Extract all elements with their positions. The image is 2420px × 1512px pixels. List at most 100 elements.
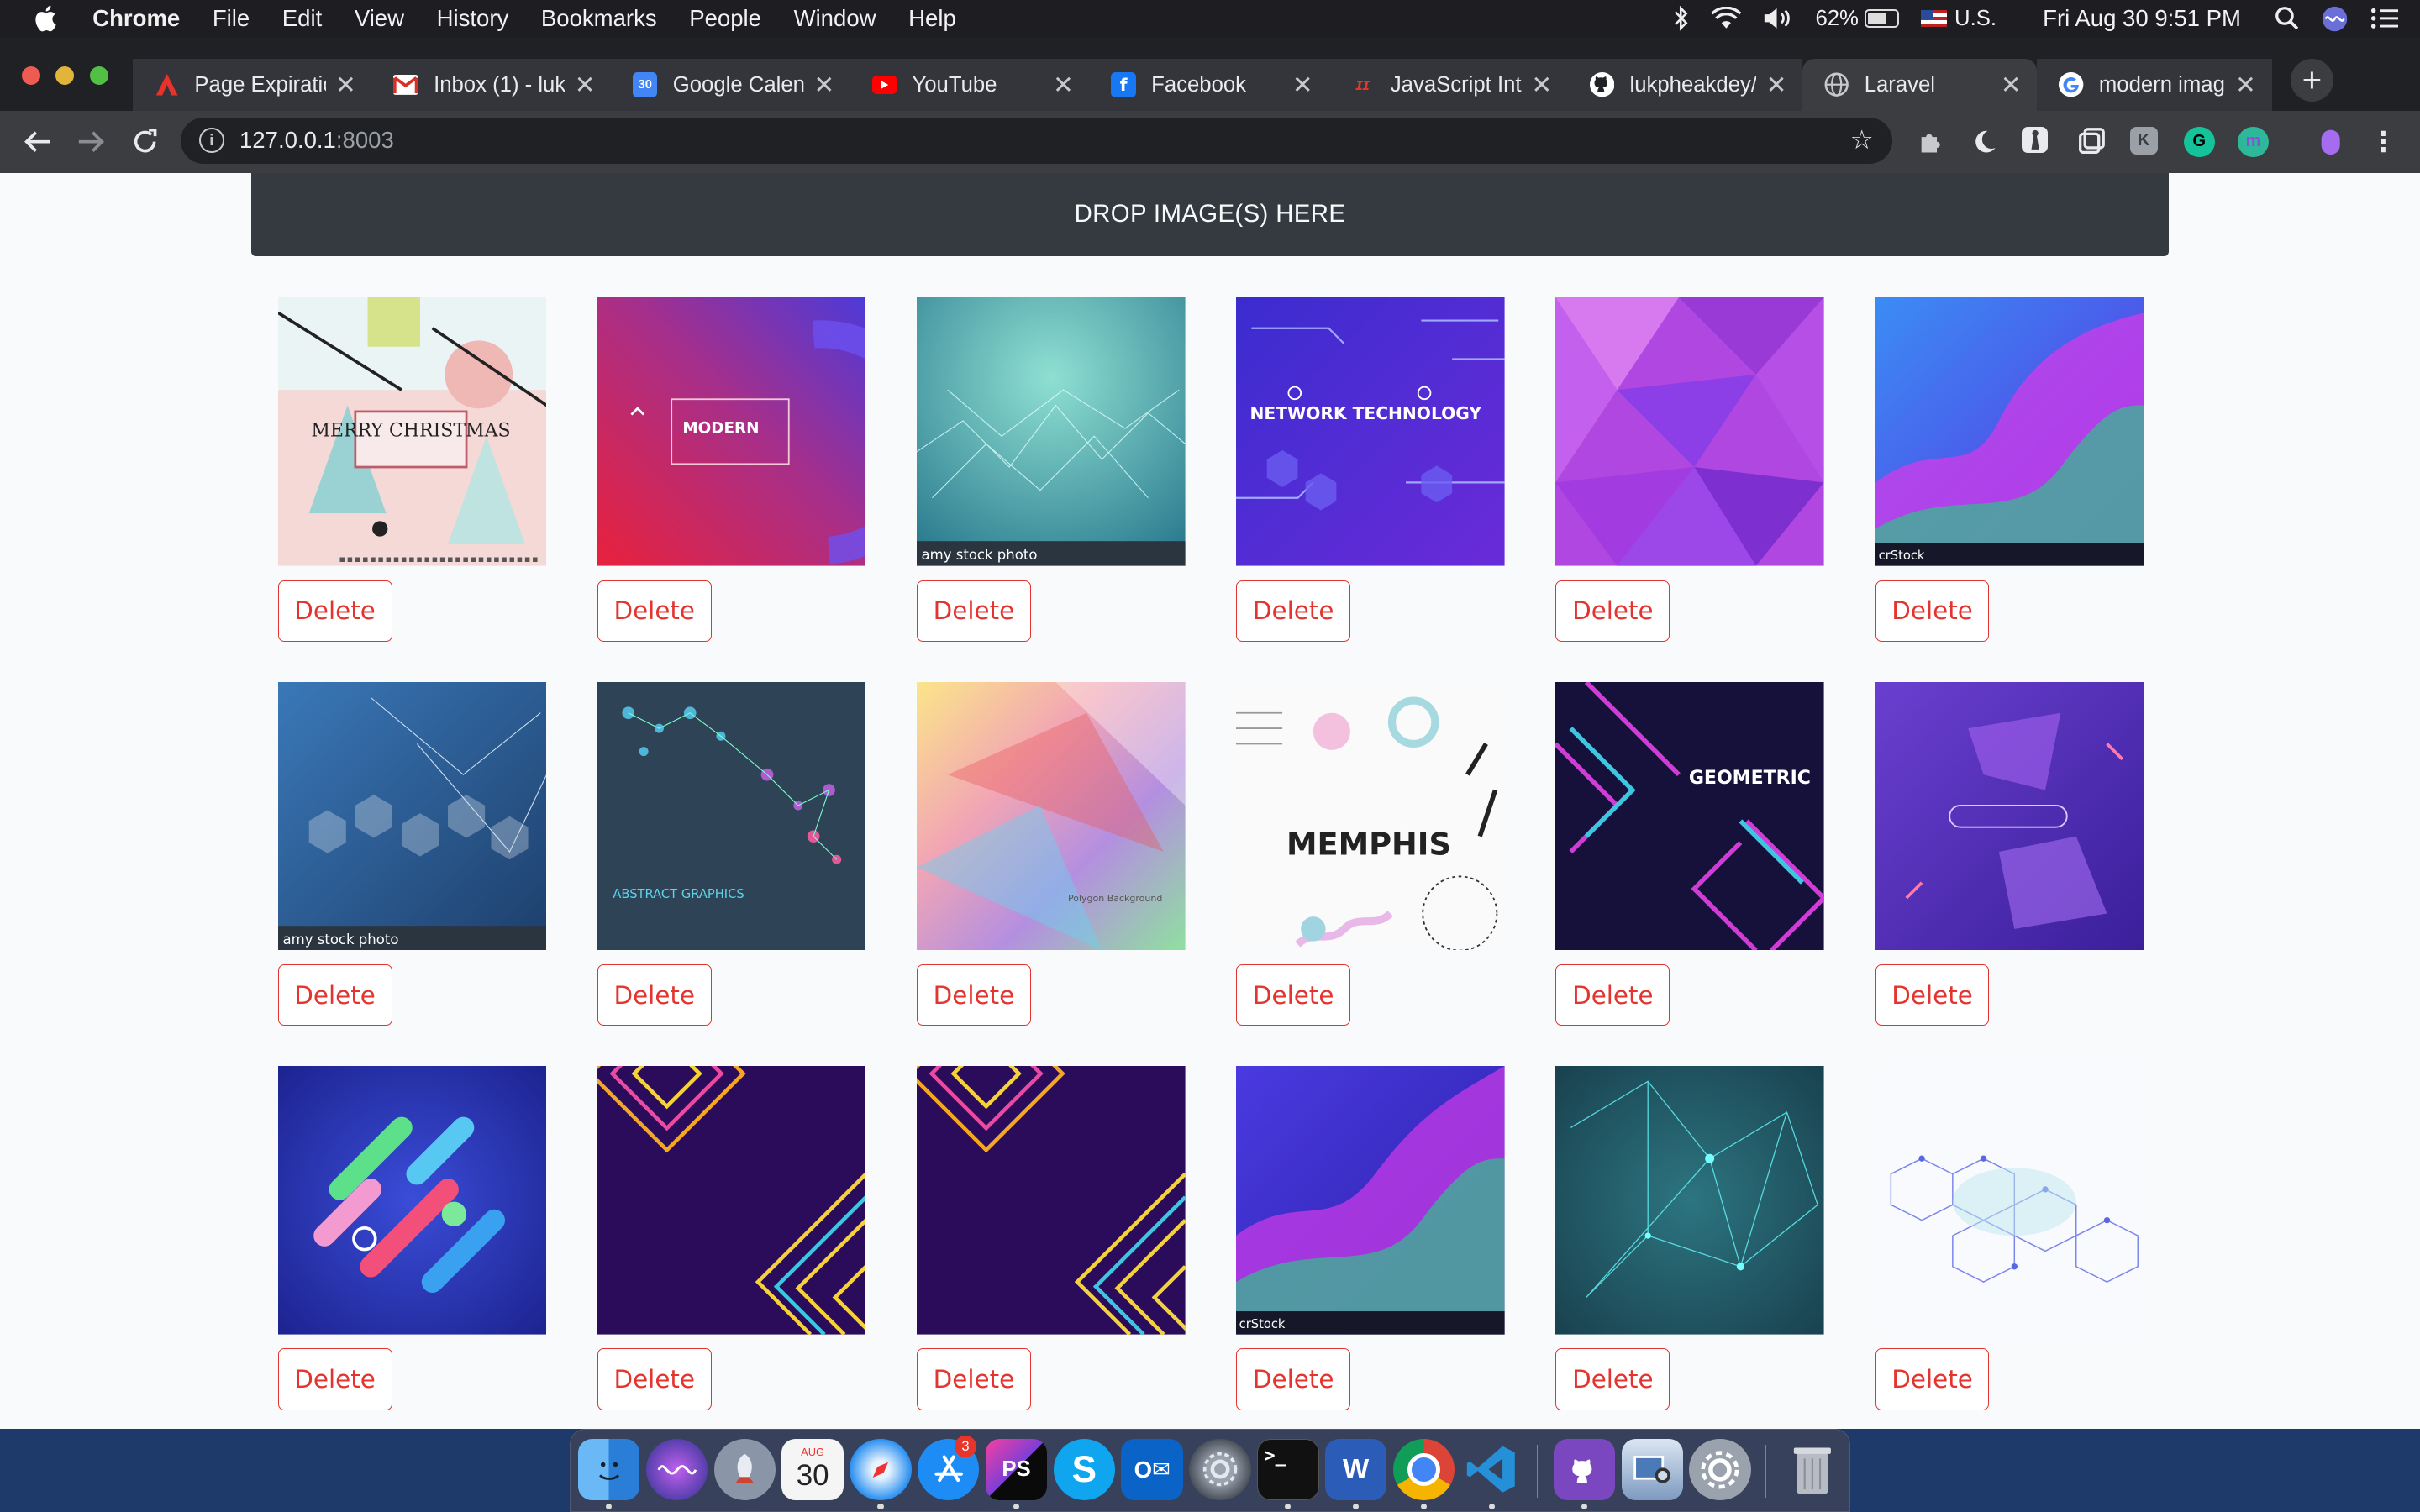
word-icon[interactable]: W (1324, 1438, 1387, 1501)
keepa-extension-icon[interactable]: K (2129, 126, 2158, 155)
delete-image-button[interactable]: Delete (597, 963, 712, 1026)
tab-youtube[interactable]: YouTube ✕ (850, 58, 1090, 112)
volume-icon[interactable] (1763, 7, 1794, 30)
menu-edit[interactable]: Edit (282, 5, 322, 32)
notification-center-icon[interactable] (2370, 8, 2399, 29)
delete-image-button[interactable]: Delete (1236, 580, 1351, 643)
profile-avatar-icon[interactable] (2315, 127, 2346, 158)
image-dropzone[interactable]: DROP IMAGE(S) HERE (251, 172, 2169, 256)
window-close-button[interactable] (21, 66, 40, 85)
chrome-icon[interactable] (1392, 1438, 1455, 1501)
outlook-icon[interactable]: O ✉ (1121, 1438, 1183, 1501)
delete-image-button[interactable]: Delete (277, 963, 392, 1026)
delete-image-button[interactable]: Delete (916, 963, 1031, 1026)
close-tab-icon[interactable]: ✕ (813, 71, 835, 100)
menu-file[interactable]: File (213, 5, 250, 32)
gallery-image-merry-christmas: MERRY CHRISTMAS (277, 297, 547, 567)
input-source[interactable]: U.S. (1920, 7, 1996, 31)
settings-icon[interactable] (1689, 1438, 1751, 1501)
menu-app-name[interactable]: Chrome (92, 5, 180, 32)
site-info-icon[interactable]: i (198, 128, 224, 153)
spotlight-search-icon[interactable] (2275, 6, 2299, 30)
trash-icon[interactable] (1782, 1439, 1844, 1500)
menu-history[interactable]: History (437, 5, 509, 32)
dock-separator (1765, 1445, 1767, 1498)
window-minimize-button[interactable] (55, 66, 75, 85)
delete-image-button[interactable]: Delete (1555, 1348, 1670, 1410)
delete-image-button[interactable]: Delete (916, 1348, 1031, 1410)
menu-people[interactable]: People (689, 5, 761, 32)
delete-image-button[interactable]: Delete (277, 1348, 392, 1410)
close-tab-icon[interactable]: ✕ (335, 71, 357, 100)
reload-icon[interactable] (127, 123, 164, 160)
safari-icon[interactable] (850, 1438, 912, 1501)
back-arrow-icon[interactable] (18, 123, 55, 160)
close-tab-icon[interactable]: ✕ (1292, 71, 1313, 100)
close-tab-icon[interactable]: ✕ (1053, 71, 1075, 100)
tab-page-expiration[interactable]: Page Expiratio ✕ (132, 58, 372, 112)
delete-image-button[interactable]: Delete (1875, 580, 1990, 643)
bookmark-star-icon[interactable]: ☆ (1850, 125, 1874, 155)
siri-menubar-icon[interactable] (2321, 5, 2349, 33)
lighthouse-extension-icon[interactable] (2022, 126, 2049, 153)
delete-image-button[interactable]: Delete (1236, 963, 1351, 1026)
tab-gmail-inbox[interactable]: Inbox (1) - luk ✕ (371, 58, 612, 112)
tab-laravel-active[interactable]: Laravel ✕ (1802, 58, 2038, 112)
bluetooth-icon[interactable] (1674, 6, 1689, 31)
tab-facebook[interactable]: f Facebook ✕ (1089, 58, 1329, 112)
menu-help[interactable]: Help (908, 5, 956, 32)
tab-google-calendar[interactable]: 30 Google Calen ✕ (611, 58, 851, 112)
finder-icon[interactable] (577, 1438, 640, 1501)
delete-image-button[interactable]: Delete (597, 580, 712, 643)
address-bar[interactable]: i 127.0.0.1:8003 ☆ (180, 117, 1892, 164)
screen-capture-extension-icon[interactable] (2075, 127, 2107, 158)
gallery-image-abstract-graphics: ABSTRACT GRAPHICS (597, 681, 866, 951)
tab-javascript-info[interactable]: ɪɪ JavaScript Int ✕ (1328, 58, 1569, 112)
apple-menu-icon[interactable] (34, 5, 61, 32)
new-tab-button[interactable]: + (2290, 58, 2334, 102)
skype-icon[interactable]: S (1053, 1438, 1116, 1501)
phpstorm-icon[interactable]: PS (985, 1438, 1048, 1501)
launchpad-icon[interactable] (713, 1438, 776, 1501)
extensions-puzzle-icon[interactable] (1915, 127, 1946, 158)
calendar-icon[interactable]: AUG 30 (781, 1438, 844, 1501)
siri-icon[interactable] (645, 1438, 708, 1501)
grammarly-icon[interactable]: G (2183, 126, 2215, 158)
image-caption: MEMPHIS (1286, 827, 1451, 863)
menu-window[interactable]: Window (794, 5, 876, 32)
close-tab-icon[interactable]: ✕ (2000, 71, 2022, 100)
delete-image-button[interactable]: Delete (1875, 1348, 1990, 1410)
gallery-image-blue-hexagon: amy stock photo (277, 681, 547, 951)
tab-title: Laravel (1864, 72, 1936, 97)
delete-image-button[interactable]: Delete (1236, 1348, 1351, 1410)
mirror-extension-icon[interactable]: m (2238, 126, 2269, 158)
tab-google-search[interactable]: modern imag ✕ (2037, 58, 2272, 112)
image-caption: amy stock photo (282, 932, 398, 948)
system-preferences-icon[interactable] (1189, 1438, 1251, 1501)
terminal-icon[interactable]: >_ (1257, 1438, 1319, 1501)
delete-image-button[interactable]: Delete (1875, 963, 1990, 1026)
dark-mode-extension-icon[interactable] (1970, 127, 2001, 158)
menubar-clock[interactable]: Fri Aug 30 9:51 PM (2043, 5, 2241, 32)
menu-view[interactable]: View (355, 5, 404, 32)
delete-image-button[interactable]: Delete (916, 580, 1031, 643)
battery-status[interactable]: 62% (1815, 7, 1899, 31)
menu-bookmarks[interactable]: Bookmarks (541, 5, 657, 32)
preview-icon[interactable] (1621, 1438, 1683, 1501)
delete-image-button[interactable]: Delete (1555, 963, 1670, 1026)
close-tab-icon[interactable]: ✕ (1765, 71, 1787, 100)
github-desktop-icon[interactable] (1553, 1438, 1616, 1501)
delete-image-button[interactable]: Delete (597, 1348, 712, 1410)
window-zoom-button[interactable] (89, 66, 108, 85)
tab-github[interactable]: lukpheakdey/ ✕ (1568, 58, 1803, 112)
delete-image-button[interactable]: Delete (277, 580, 392, 643)
delete-image-button[interactable]: Delete (1555, 580, 1670, 643)
wifi-icon[interactable] (1710, 7, 1742, 30)
forward-arrow-icon[interactable] (72, 123, 109, 160)
vscode-icon[interactable] (1461, 1439, 1523, 1500)
image-caption: ABSTRACT GRAPHICS (613, 887, 744, 901)
close-tab-icon[interactable]: ✕ (2235, 71, 2257, 100)
close-tab-icon[interactable]: ✕ (574, 71, 596, 100)
close-tab-icon[interactable]: ✕ (1531, 71, 1553, 100)
chrome-menu-icon[interactable]: ⋮ (2367, 127, 2398, 158)
